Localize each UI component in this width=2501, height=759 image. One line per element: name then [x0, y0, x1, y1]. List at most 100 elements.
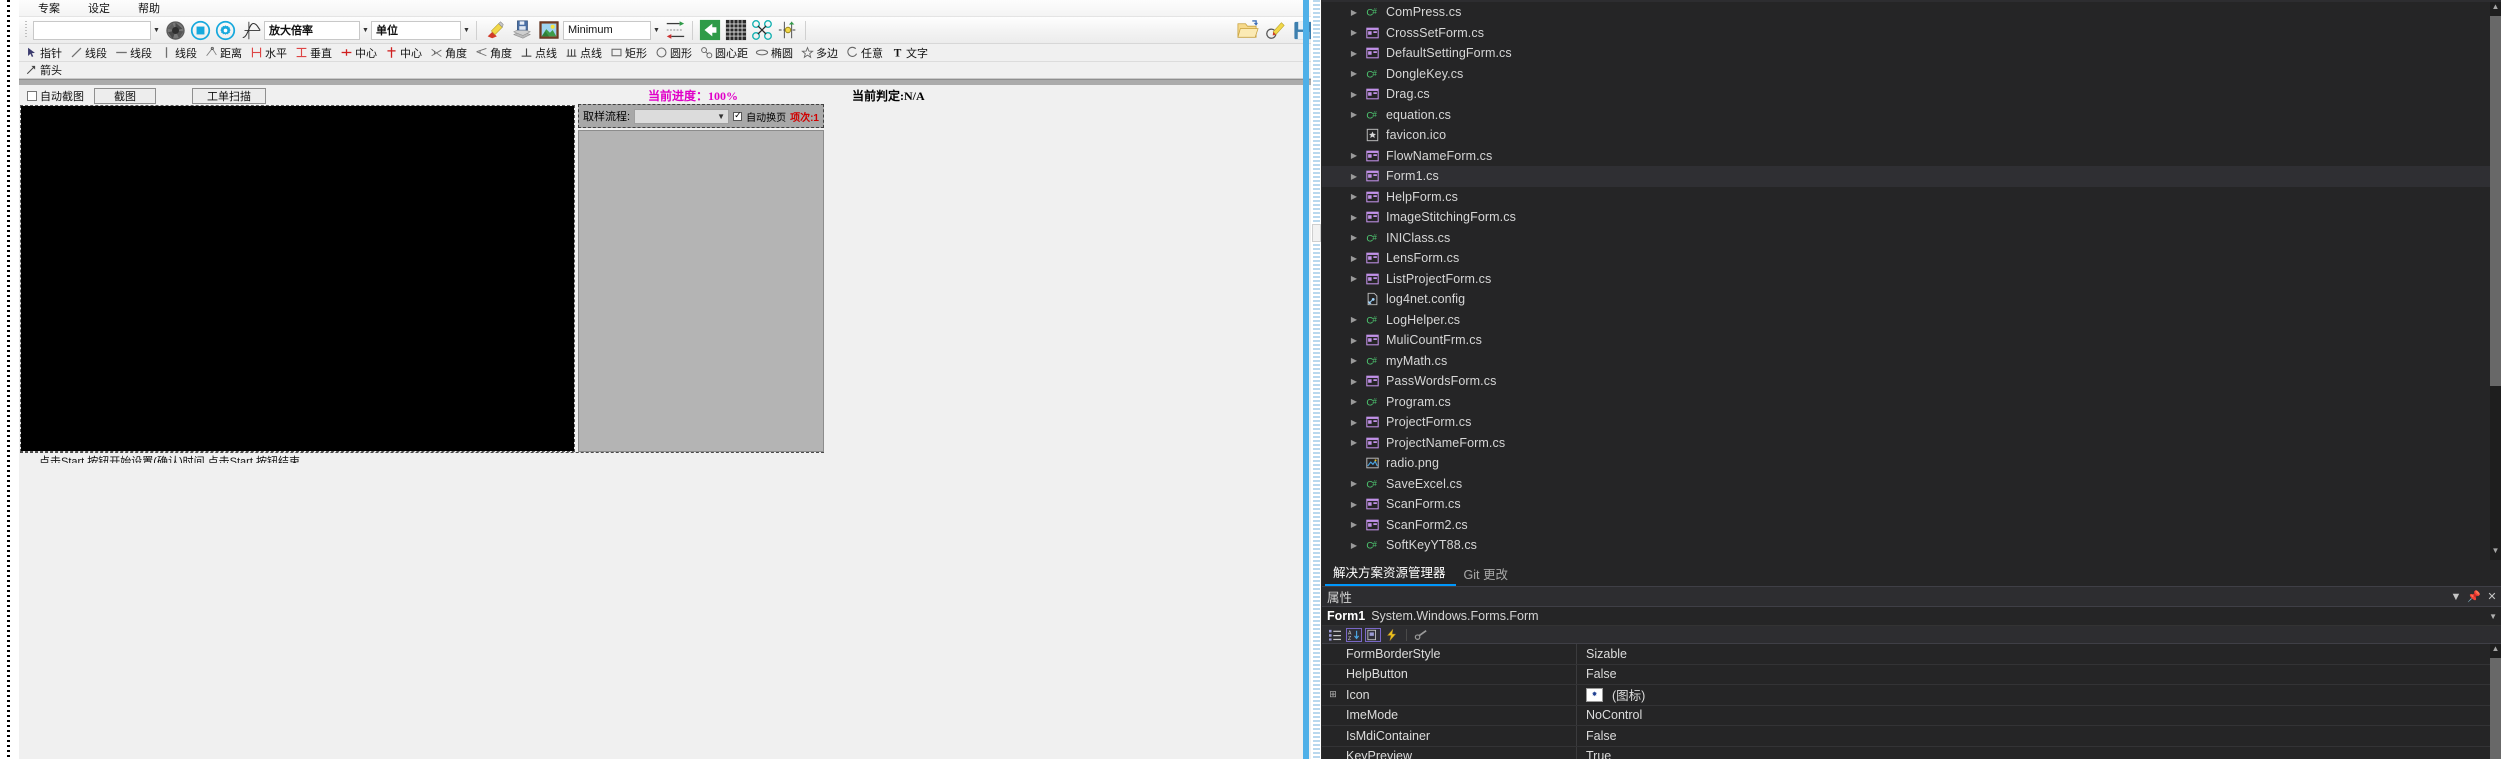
chevron-right-icon[interactable]: ▶	[1346, 438, 1362, 447]
grid-icon[interactable]	[723, 18, 749, 42]
sampling-flow-select[interactable]: ▼	[634, 108, 730, 124]
solution-explorer-tab[interactable]: Git 更改	[1456, 562, 1518, 586]
property-value[interactable]: True	[1577, 749, 2501, 759]
chevron-down-icon[interactable]: ▼	[2489, 612, 2497, 621]
property-value[interactable]: False	[1577, 729, 2501, 743]
menu-item-project[interactable]: 专案	[35, 0, 63, 17]
tool-text[interactable]: T 文字	[888, 45, 933, 61]
tool-circle-center-distance[interactable]: 圆心距	[697, 45, 753, 61]
chevron-right-icon[interactable]: ▶	[1346, 233, 1362, 242]
profile-combo-arrow-icon[interactable]: ▼	[151, 21, 162, 40]
chevron-right-icon[interactable]: ▶	[1346, 90, 1362, 99]
live-image-canvas[interactable]	[21, 106, 574, 451]
property-row[interactable]: ImeMode NoControl	[1322, 705, 2501, 726]
auto-capture-checkbox[interactable]	[27, 90, 37, 101]
property-row[interactable]: KeyPreview True	[1322, 746, 2501, 759]
magnification-combo[interactable]: 放大倍率	[264, 20, 360, 40]
scroll-down-arrow-icon[interactable]: ▼	[2490, 546, 2501, 560]
solution-file-row[interactable]: ▶ C # Program.cs	[1322, 392, 2501, 413]
measurement-results-pane[interactable]	[578, 130, 824, 452]
solution-file-row[interactable]: ▶ HelpForm.cs	[1322, 187, 2501, 208]
chevron-right-icon[interactable]: ▶	[1346, 8, 1362, 17]
property-row[interactable]: HelpButton False	[1322, 664, 2501, 685]
solution-file-row[interactable]: ▶ Drag.cs	[1322, 84, 2501, 105]
solution-file-row[interactable]: ▶ LensForm.cs	[1322, 248, 2501, 269]
minimum-combo[interactable]: Minimum	[563, 20, 651, 40]
magnification-combo-arrow-icon[interactable]: ▼	[360, 21, 371, 40]
tool-line-vertical[interactable]: 线段	[157, 45, 202, 61]
close-icon[interactable]: ✕	[2483, 590, 2501, 603]
solution-file-row[interactable]: ▶ DefaultSettingForm.cs	[1322, 43, 2501, 64]
solution-file-row[interactable]: ▶ C # ComPress.cs	[1322, 2, 2501, 23]
transfer-arrows-icon[interactable]	[662, 18, 688, 42]
chevron-right-icon[interactable]: ▶	[1346, 356, 1362, 365]
solution-file-row[interactable]: ▶ C # SaveExcel.cs	[1322, 474, 2501, 495]
chevron-right-icon[interactable]: ▶	[1346, 500, 1362, 509]
solution-file-row[interactable]: ▶ C # LogHelper.cs	[1322, 310, 2501, 331]
chevron-right-icon[interactable]: ▶	[1346, 151, 1362, 160]
property-value[interactable]: ✵ (图标)	[1577, 685, 2501, 704]
minimum-combo-arrow-icon[interactable]: ▼	[651, 21, 662, 40]
solution-file-row[interactable]: radio.png	[1322, 453, 2501, 474]
image-frame-icon[interactable]	[535, 18, 563, 42]
menu-item-help[interactable]: 帮助	[135, 0, 163, 17]
app-vertical-scrollbar[interactable]	[1311, 0, 1321, 759]
property-pages-icon[interactable]	[1413, 628, 1429, 642]
tool-arrow[interactable]: 箭头	[22, 62, 67, 78]
axis-curve-icon[interactable]	[238, 18, 264, 42]
toolbar-grip[interactable]	[23, 21, 30, 39]
chevron-right-icon[interactable]: ▶	[1346, 397, 1362, 406]
events-icon[interactable]	[1384, 628, 1400, 642]
alphabetical-icon[interactable]: A Z	[1346, 627, 1362, 642]
solution-file-row[interactable]: ▶ Form1.cs	[1322, 166, 2501, 187]
property-row[interactable]: FormBorderStyle Sizable	[1322, 644, 2501, 665]
chevron-right-icon[interactable]: ▶	[1346, 28, 1362, 37]
solution-file-row[interactable]: ▶ ListProjectForm.cs	[1322, 269, 2501, 290]
axis-align-icon[interactable]	[775, 18, 801, 42]
property-row[interactable]: ⊞ Icon ✵ (图标)	[1322, 685, 2501, 706]
solution-explorer-scrollbar[interactable]: ▲ ▼	[2490, 2, 2501, 560]
tool-horizontal[interactable]: 水平	[247, 45, 292, 61]
eraser-pencil-icon[interactable]	[481, 18, 508, 42]
unit-combo[interactable]: 单位	[371, 20, 461, 40]
solution-file-row[interactable]: ▶ C # equation.cs	[1322, 105, 2501, 126]
scrollbar-thumb[interactable]	[1312, 224, 1321, 242]
work-order-scan-button[interactable]: 工单扫描	[192, 87, 266, 104]
chevron-right-icon[interactable]: ▶	[1346, 213, 1362, 222]
chevron-right-icon[interactable]: ▶	[1346, 110, 1362, 119]
solution-explorer-tree[interactable]: ▶ C # ComPress.cs ▶ CrossSetForm.cs ▶ DefaultSe…	[1322, 2, 2501, 560]
chevron-right-icon[interactable]: ▶	[1346, 479, 1362, 488]
tool-line-horizontal[interactable]: 线段	[112, 45, 157, 61]
tool-angle[interactable]: 角度	[427, 45, 472, 61]
tool-polygon[interactable]: 多边	[798, 45, 843, 61]
solution-file-row[interactable]: ▶ C # INIClass.cs	[1322, 228, 2501, 249]
solution-scroll-thumb[interactable]	[2490, 16, 2501, 386]
tool-angle-2[interactable]: 角度	[472, 45, 517, 61]
solution-file-row[interactable]: ▶ ScanForm.cs	[1322, 494, 2501, 515]
properties-page-icon[interactable]	[1365, 627, 1381, 642]
auto-capture-checkbox-wrap[interactable]: 自动截图	[27, 88, 84, 104]
chevron-right-icon[interactable]: ▶	[1346, 192, 1362, 201]
scroll-up-arrow-icon[interactable]: ▲	[2490, 2, 2501, 16]
categorized-icon[interactable]	[1327, 628, 1343, 642]
solution-file-row[interactable]: ▶ ProjectForm.cs	[1322, 412, 2501, 433]
unit-combo-arrow-icon[interactable]: ▼	[461, 21, 472, 40]
aperture-icon[interactable]	[162, 18, 188, 42]
stop-square-icon[interactable]	[188, 18, 213, 42]
solution-explorer-tabbar[interactable]: 解决方案资源管理器 Git 更改	[1322, 560, 2501, 587]
chevron-right-icon[interactable]: ▶	[1346, 336, 1362, 345]
chevron-right-icon[interactable]: ▶	[1346, 254, 1362, 263]
chevron-right-icon[interactable]: ▶	[1346, 49, 1362, 58]
properties-grid[interactable]: FormBorderStyle Sizable HelpButton False ⊞ Ic…	[1322, 644, 2501, 759]
solution-file-row[interactable]: ▶ PassWordsForm.cs	[1322, 371, 2501, 392]
solution-file-row[interactable]: favicon.ico	[1322, 125, 2501, 146]
properties-scroll-thumb[interactable]	[2490, 658, 2501, 759]
scrollbar-track[interactable]	[1313, 0, 1320, 759]
save-stack-icon[interactable]	[508, 18, 535, 42]
tool-ellipse[interactable]: 椭圆	[753, 45, 798, 61]
tool-center-cross[interactable]: 中心	[337, 45, 382, 61]
gear-circle-icon[interactable]	[213, 18, 238, 42]
menu-item-settings[interactable]: 设定	[85, 0, 113, 17]
tool-line-diagonal[interactable]: 线段	[67, 45, 112, 61]
green-back-arrow-icon[interactable]	[697, 18, 723, 42]
